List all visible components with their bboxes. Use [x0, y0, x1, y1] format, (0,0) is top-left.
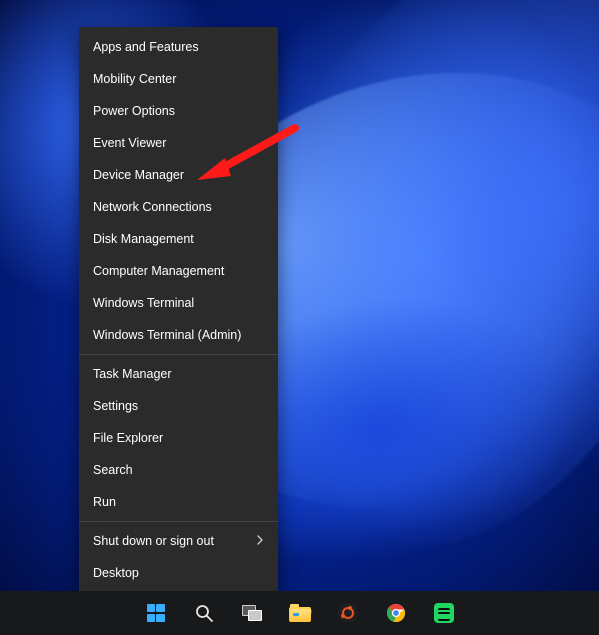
menu-separator: [79, 354, 278, 355]
menu-item-file-explorer[interactable]: File Explorer: [79, 422, 278, 454]
desktop: Apps and FeaturesMobility CenterPower Op…: [0, 0, 599, 635]
menu-item-network-connections[interactable]: Network Connections: [79, 191, 278, 223]
chevron-right-icon: [256, 525, 264, 557]
menu-item-computer-management[interactable]: Computer Management: [79, 255, 278, 287]
menu-item-label: Windows Terminal (Admin): [93, 319, 241, 351]
menu-item-label: File Explorer: [93, 422, 163, 454]
menu-item-label: Settings: [93, 390, 138, 422]
menu-item-mobility-center[interactable]: Mobility Center: [79, 63, 278, 95]
menu-item-label: Computer Management: [93, 255, 224, 287]
spotify-icon: [434, 603, 454, 623]
menu-item-task-manager[interactable]: Task Manager: [79, 358, 278, 390]
menu-separator: [79, 521, 278, 522]
menu-item-search[interactable]: Search: [79, 454, 278, 486]
menu-item-event-viewer[interactable]: Event Viewer: [79, 127, 278, 159]
menu-item-settings[interactable]: Settings: [79, 390, 278, 422]
task-view-button[interactable]: [234, 595, 270, 631]
chrome-button[interactable]: [378, 595, 414, 631]
menu-item-device-manager[interactable]: Device Manager: [79, 159, 278, 191]
menu-item-windows-terminal[interactable]: Windows Terminal: [79, 287, 278, 319]
menu-item-label: Desktop: [93, 557, 139, 589]
menu-item-label: Search: [93, 454, 133, 486]
menu-item-label: Mobility Center: [93, 63, 176, 95]
search-icon: [194, 603, 214, 623]
chrome-icon: [386, 603, 406, 623]
menu-item-label: Disk Management: [93, 223, 194, 255]
menu-item-label: Device Manager: [93, 159, 184, 191]
winx-context-menu: Apps and FeaturesMobility CenterPower Op…: [79, 27, 278, 593]
taskbar: [0, 591, 599, 635]
menu-item-label: Network Connections: [93, 191, 212, 223]
spotify-button[interactable]: [426, 595, 462, 631]
search-button[interactable]: [186, 595, 222, 631]
windows-logo-icon: [147, 604, 165, 622]
menu-item-apps-and-features[interactable]: Apps and Features: [79, 31, 278, 63]
menu-item-desktop[interactable]: Desktop: [79, 557, 278, 589]
menu-item-label: Task Manager: [93, 358, 172, 390]
menu-item-power-options[interactable]: Power Options: [79, 95, 278, 127]
ubuntu-button[interactable]: [330, 595, 366, 631]
menu-item-label: Run: [93, 486, 116, 518]
menu-item-label: Power Options: [93, 95, 175, 127]
file-explorer-button[interactable]: [282, 595, 318, 631]
file-explorer-icon: [289, 604, 311, 622]
menu-item-label: Windows Terminal: [93, 287, 194, 319]
ubuntu-icon: [338, 603, 358, 623]
menu-item-run[interactable]: Run: [79, 486, 278, 518]
start-button[interactable]: [138, 595, 174, 631]
menu-item-shut-down-or-sign-out[interactable]: Shut down or sign out: [79, 525, 278, 557]
menu-item-label: Apps and Features: [93, 31, 199, 63]
menu-item-label: Shut down or sign out: [93, 525, 214, 557]
menu-item-disk-management[interactable]: Disk Management: [79, 223, 278, 255]
menu-item-windows-terminal-admin-[interactable]: Windows Terminal (Admin): [79, 319, 278, 351]
task-view-icon: [242, 605, 262, 621]
menu-item-label: Event Viewer: [93, 127, 166, 159]
